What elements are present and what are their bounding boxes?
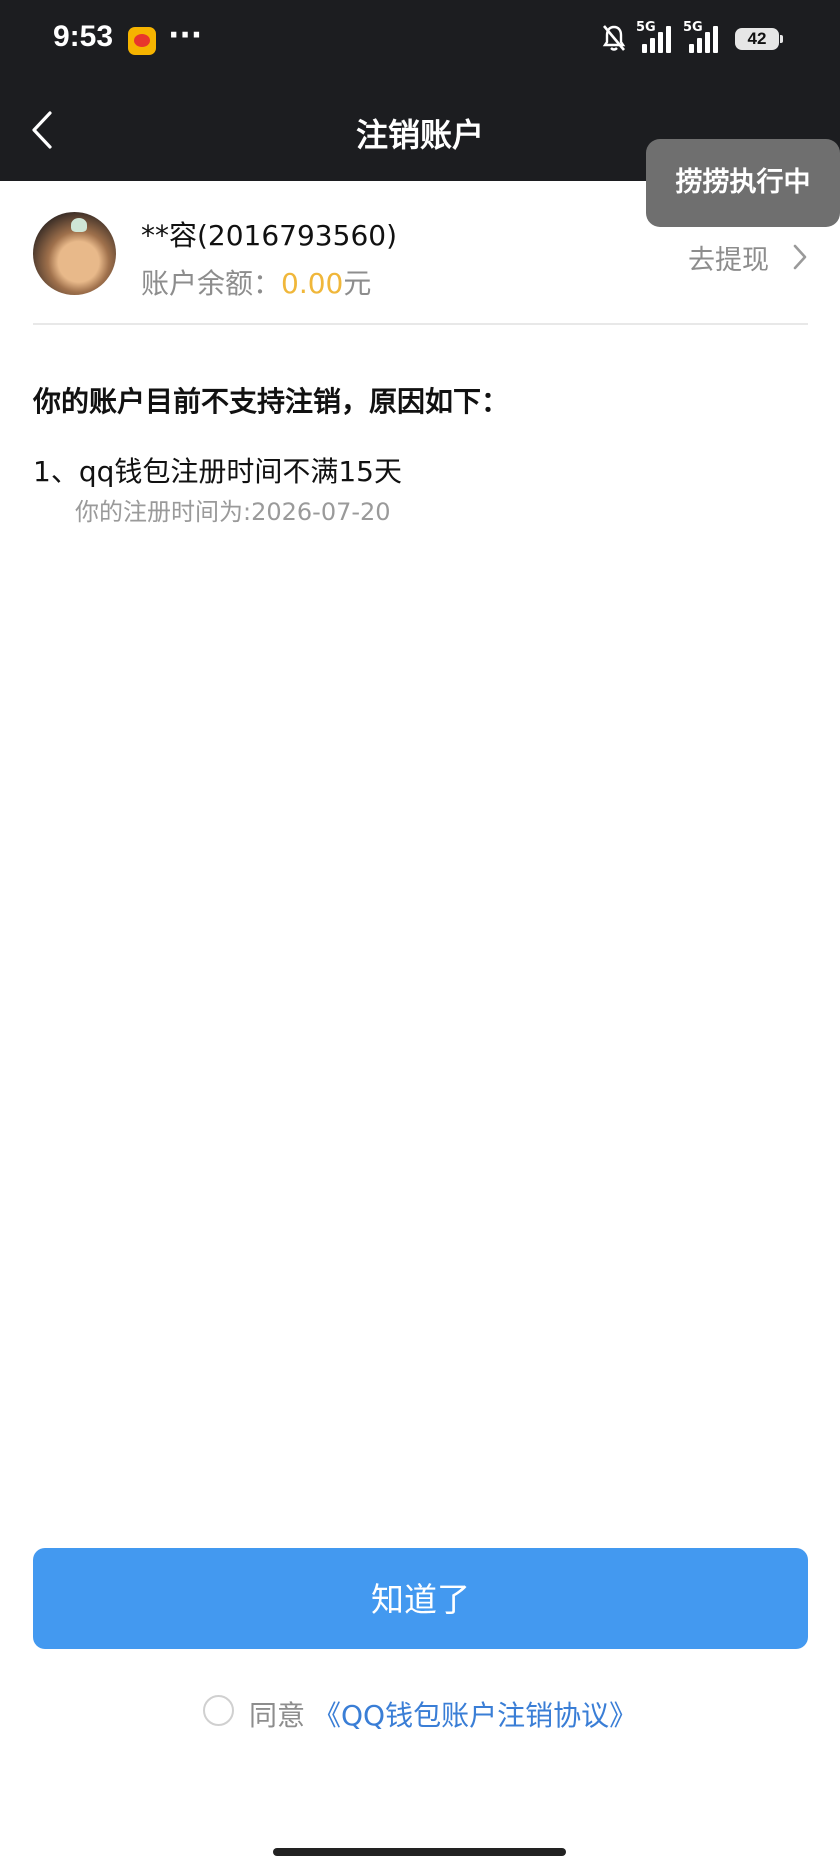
divider bbox=[33, 323, 808, 325]
balance-label: 账户余额： bbox=[141, 267, 282, 300]
reason-item: 1、qq钱包注册时间不满15天 bbox=[33, 455, 402, 488]
floating-status-badge[interactable]: 捞捞执行中 bbox=[646, 139, 840, 227]
reason-detail: 你的注册时间为:2026-07-20 bbox=[75, 498, 391, 526]
reason-header: 你的账户目前不支持注销，原因如下： bbox=[33, 385, 510, 418]
chevron-right-icon[interactable] bbox=[790, 242, 810, 272]
balance-amount: 0.00 bbox=[281, 267, 344, 300]
more-notifications-icon: ··· bbox=[168, 18, 203, 53]
weibo-notification-icon bbox=[128, 27, 156, 55]
agree-label: 同意 bbox=[249, 1699, 306, 1732]
avatar bbox=[33, 212, 116, 295]
home-indicator bbox=[273, 1848, 566, 1856]
withdraw-link[interactable]: 去提现 bbox=[688, 238, 769, 277]
account-name: **容(2016793560) bbox=[141, 219, 397, 252]
battery-icon: 42 bbox=[735, 28, 783, 50]
signal-strength-icon-2 bbox=[687, 25, 721, 53]
bell-off-icon bbox=[602, 25, 626, 51]
balance-line: 账户余额：0.00元 bbox=[141, 262, 371, 302]
signal-strength-icon bbox=[640, 25, 674, 53]
status-time: 9:53 bbox=[53, 20, 114, 53]
balance-unit: 元 bbox=[343, 267, 372, 300]
got-it-button[interactable]: 知道了 bbox=[33, 1548, 808, 1649]
agree-checkbox[interactable] bbox=[203, 1695, 234, 1726]
agreement-link[interactable]: 《QQ钱包账户注销协议》 bbox=[313, 1694, 637, 1734]
